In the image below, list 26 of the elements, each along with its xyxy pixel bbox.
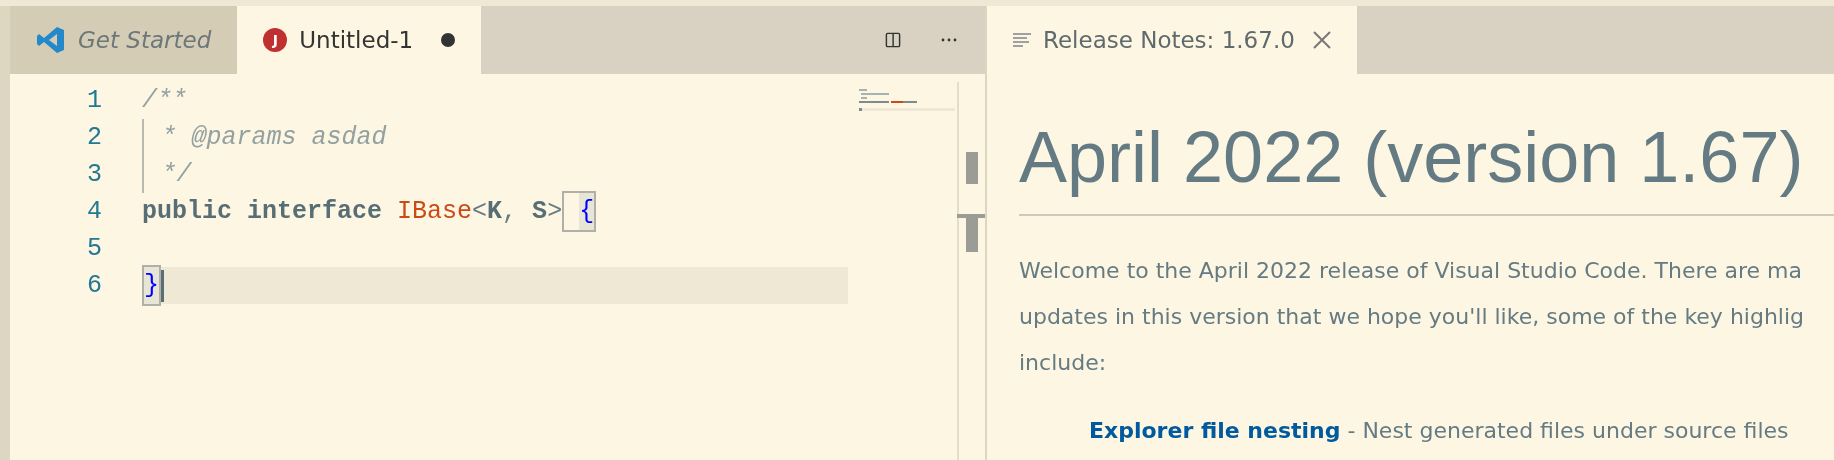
feature-link[interactable]: Explorer file nesting	[1089, 418, 1341, 444]
code-comment: */	[161, 158, 192, 191]
line-number: 5	[86, 232, 102, 265]
cursor-marker-icon	[957, 214, 985, 252]
matched-bracket: }	[142, 264, 161, 307]
unsaved-dot-icon	[441, 33, 456, 47]
line-number: 4	[86, 195, 102, 228]
text-cursor	[161, 269, 164, 302]
app-logo-icon	[36, 25, 66, 55]
code-line: public interface IBase<K, S>	[142, 195, 563, 228]
editor-tab[interactable]: Release Notes: 1.67.0	[987, 6, 1357, 74]
scrollbar-marker-icon	[966, 152, 978, 184]
line-number: 6	[86, 269, 102, 302]
line-number: 2	[86, 121, 102, 154]
code-comment: /**	[142, 84, 187, 117]
close-icon[interactable]	[1312, 31, 1331, 49]
document-icon	[1013, 32, 1031, 48]
code-comment: * @params asdad	[161, 121, 387, 154]
line-number: 1	[86, 84, 102, 117]
release-heading: April 2022 (version 1.67)	[1019, 116, 1805, 199]
editor-tab[interactable]: J Untitled-1	[237, 6, 482, 74]
matched-bracket: {	[562, 190, 597, 233]
line-number: 3	[86, 158, 102, 191]
file-type-icon: J	[263, 28, 288, 52]
bullet-item: Explorer file nesting - Nest generated files under source files	[1089, 417, 1790, 446]
intro-paragraph: Welcome to the April 2022 release of Visual Studio Code. There are ma updates in this version that we hope you'll like, some of the key highlig include:	[1019, 257, 1806, 378]
